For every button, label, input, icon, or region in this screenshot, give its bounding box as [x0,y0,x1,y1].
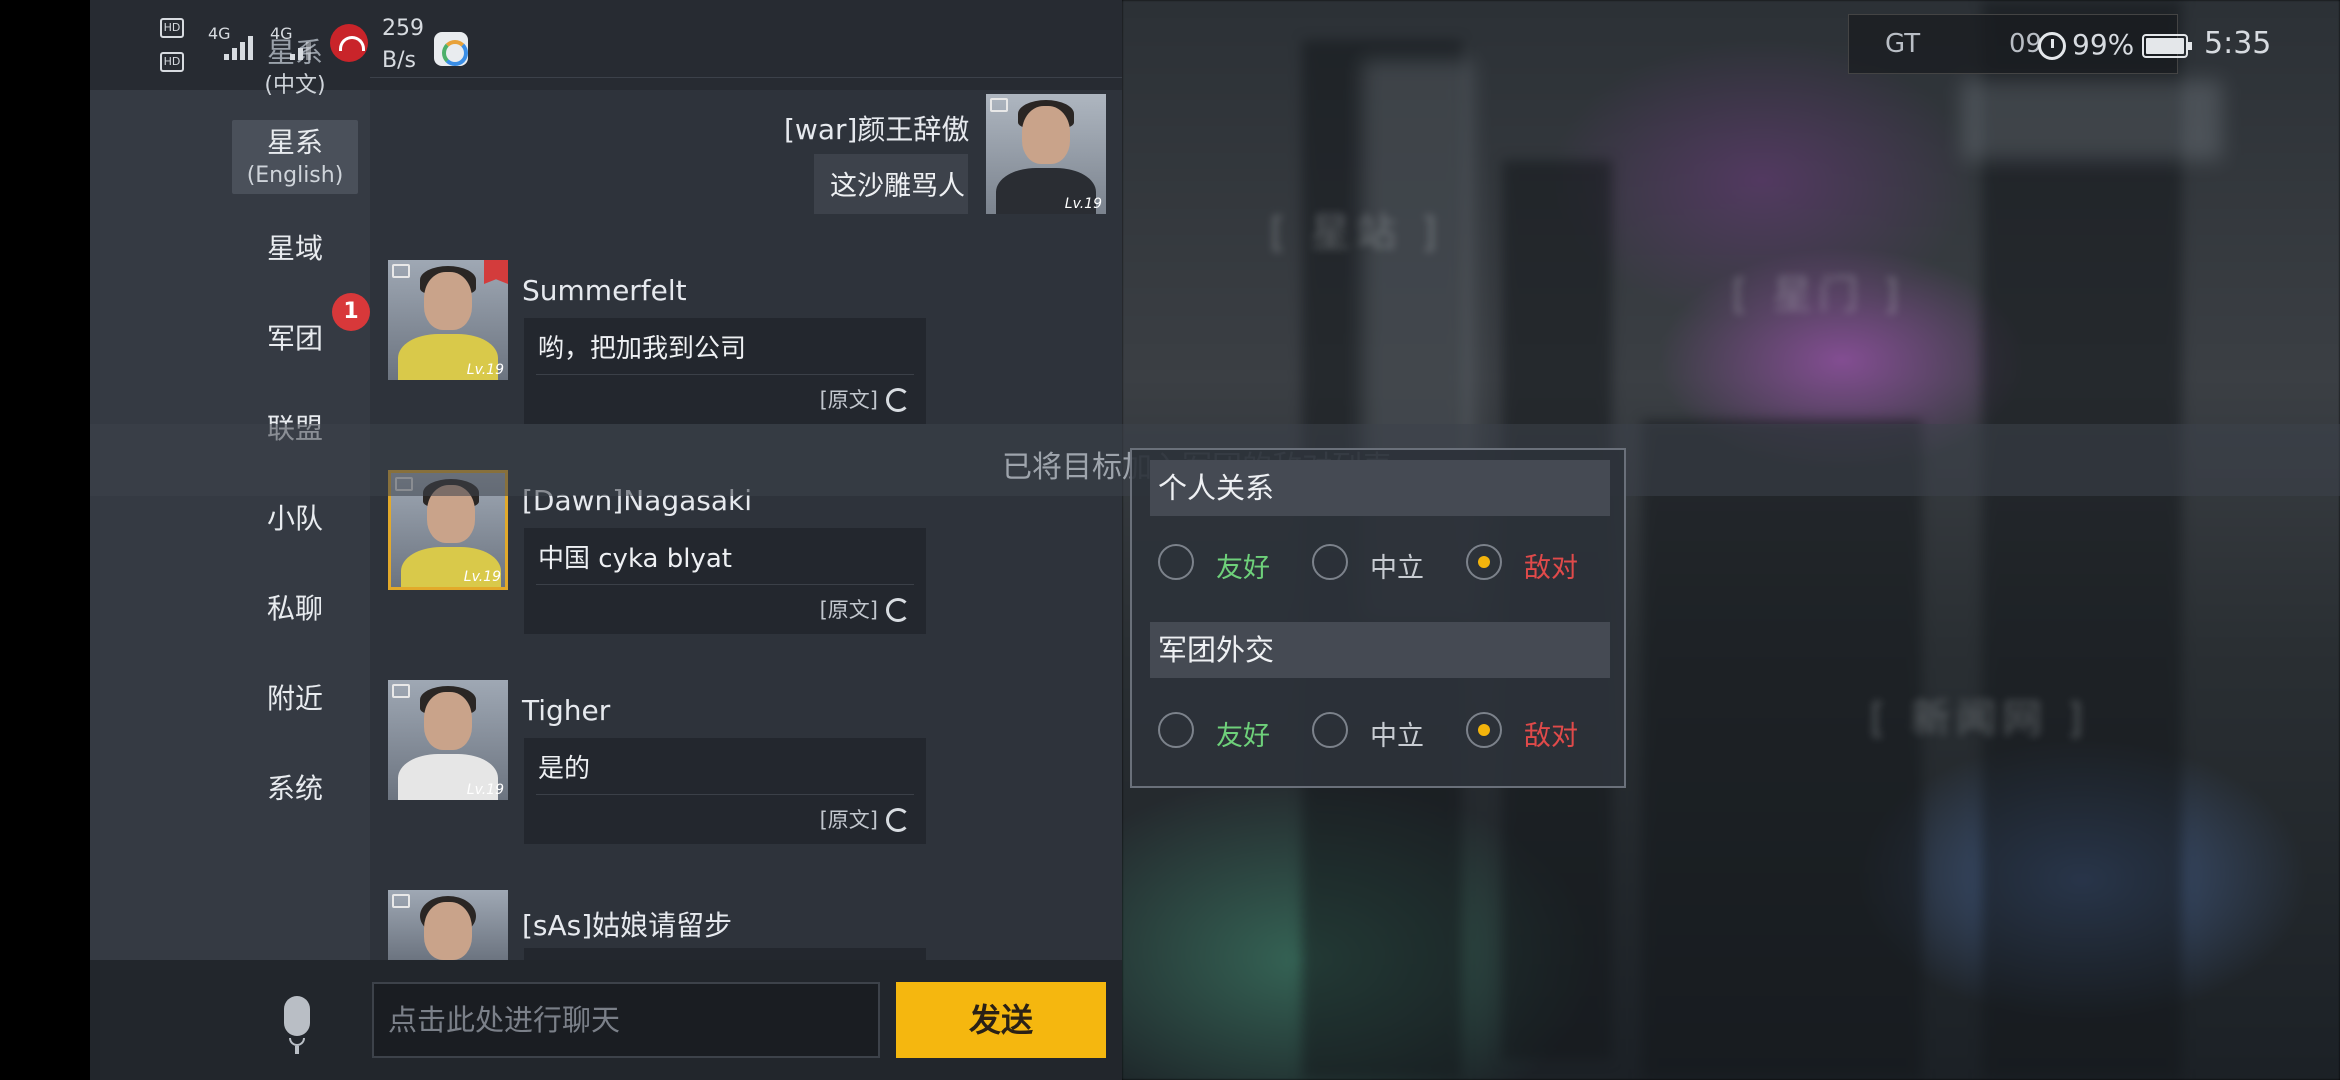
personal-friendly-radio[interactable] [1158,544,1194,580]
corp-hostile-radio[interactable] [1466,712,1502,748]
unread-badge: 1 [332,293,370,331]
alarm-clock-icon [2038,32,2066,60]
avatar-level: Lv.19 [466,782,504,798]
tab-system[interactable]: 系统 [232,770,358,808]
tab-constellation[interactable]: 星域 [232,230,358,268]
tab-galaxy-english[interactable]: 星系 (English) [232,120,358,194]
signal-strength-1-icon [224,36,254,60]
message-bubble: 这沙雕骂人 [814,154,968,214]
personal-relation-title: 个人关系 [1150,460,1610,516]
personal-hostile-label[interactable]: 敌对 [1524,546,1578,585]
tab-nearby[interactable]: 附近 [232,680,358,718]
avatar[interactable]: Lv.19 [388,260,508,380]
message-sender-name[interactable]: [sAs]姑娘请留步 [522,904,732,944]
show-original-link[interactable]: [原文] [820,594,878,624]
tab-fleet[interactable]: 小队 [232,500,358,538]
tab-sub-label: (English) [246,163,344,188]
message-text: 是的 [538,754,591,784]
avatar-level: Lv.19 [466,362,504,378]
message-bubble [524,948,926,960]
microphone-base-icon [295,1046,299,1054]
clock-time: 5:35 [2204,26,2272,61]
message-bubble: 哟，把加我到公司 [原文] [524,318,926,424]
microphone-icon[interactable] [284,996,310,1036]
message-text: 哟，把加我到公司 [538,334,747,364]
show-original-link[interactable]: [原文] [820,384,878,414]
app-notification-icon [434,32,468,66]
corp-neutral-radio[interactable] [1312,712,1348,748]
translate-refresh-icon[interactable] [886,808,910,832]
wifi-icon [330,24,368,62]
corp-hostile-label[interactable]: 敌对 [1524,714,1578,753]
tab-sub-label: (中文) [264,73,326,98]
message-text: 这沙雕骂人 [830,171,965,202]
avatar[interactable]: Lv.19 [388,680,508,800]
corp-friendly-radio[interactable] [1158,712,1194,748]
relation-panel: 个人关系 友好 中立 敌对 军团外交 友好 中立 敌对 [1130,448,1626,788]
signal-strength-2-icon [290,36,320,60]
screen-left-margin [0,0,90,1080]
personal-neutral-label[interactable]: 中立 [1370,546,1424,585]
network-speed-unit: B/s [382,48,416,73]
personal-hostile-radio[interactable] [1466,544,1502,580]
message-sender-name[interactable]: Summerfelt [522,274,687,307]
avatar-level: Lv.19 [463,569,501,585]
bg-label-gate: [ 星门 ] [1732,272,1905,318]
battery-icon [2142,34,2192,58]
message-sender-name: [war]颜王辞傲 [784,113,970,146]
avatar[interactable] [388,890,508,960]
hd-sim2-icon: HD [160,52,184,72]
message-bubble: 中国 cyka blyat [原文] [524,528,926,634]
overlay-label: GT [1885,29,1921,59]
avatar-level: Lv.19 [1064,196,1102,212]
chat-input[interactable]: 点击此处进行聊天 [372,982,880,1058]
bg-label-news: [ 新闻网 ] [1870,696,2089,742]
hd-sim1-icon: HD [160,18,184,38]
battery-percent: 99% [2072,28,2135,61]
show-original-link[interactable]: [原文] [820,804,878,834]
message-text: 中国 cyka blyat [538,544,732,574]
message-bubble: 是的 [原文] [524,738,926,844]
tab-private-chat[interactable]: 私聊 [232,590,358,628]
corp-diplomacy-title: 军团外交 [1150,622,1610,678]
corp-friendly-label[interactable]: 友好 [1216,714,1270,753]
personal-neutral-radio[interactable] [1312,544,1348,580]
tab-label: 星系 [266,126,323,159]
network-speed-value: 259 [382,16,424,41]
translate-refresh-icon[interactable] [886,388,910,412]
corp-neutral-label[interactable]: 中立 [1370,714,1424,753]
personal-friendly-label[interactable]: 友好 [1216,546,1270,585]
message-sender-name[interactable]: Tigher [522,694,610,727]
translate-refresh-icon[interactable] [886,598,910,622]
bg-label-station: [ 星站 ] [1270,210,1443,256]
send-button[interactable]: 发送 [896,982,1106,1058]
avatar[interactable]: Lv.19 [986,94,1106,214]
